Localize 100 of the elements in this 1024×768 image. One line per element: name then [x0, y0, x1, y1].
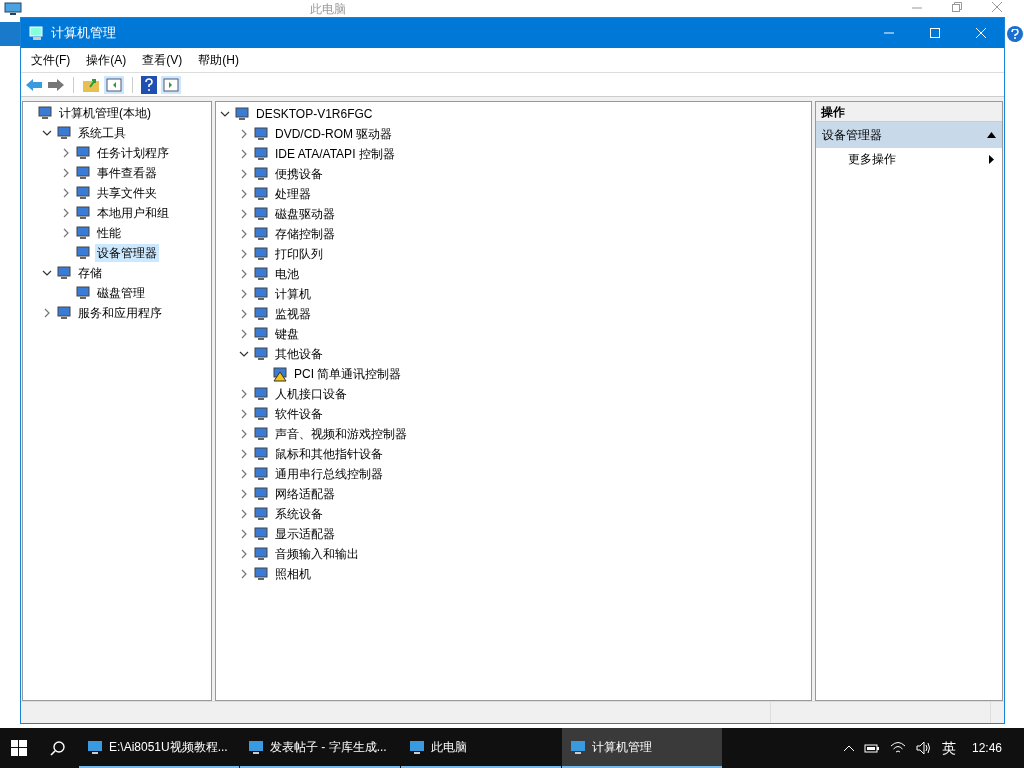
- action-item[interactable]: 更多操作: [816, 148, 1002, 170]
- tree-item[interactable]: 系统设备: [273, 505, 325, 523]
- tree-item[interactable]: 音频输入和输出: [273, 545, 361, 563]
- tree-item[interactable]: 存储控制器: [273, 225, 337, 243]
- pane-header: 操作: [816, 102, 1002, 122]
- tree-item[interactable]: 系统工具: [76, 124, 128, 142]
- device-icon: [253, 566, 269, 582]
- menu-item[interactable]: 帮助(H): [198, 51, 239, 69]
- device-icon: [253, 226, 269, 242]
- menu-item[interactable]: 操作(A): [86, 51, 127, 69]
- window-title: 计算机管理: [51, 24, 116, 43]
- back-arrow-icon[interactable]: [25, 77, 43, 92]
- taskbar-item[interactable]: E:\Ai8051U视频教程...: [79, 728, 239, 768]
- device-icon: [75, 165, 91, 181]
- app-icon: [409, 739, 425, 755]
- device-icon: [253, 266, 269, 282]
- tree-item[interactable]: 网络适配器: [273, 485, 337, 503]
- device-icon: [253, 286, 269, 302]
- tree-item[interactable]: 计算机: [273, 285, 313, 303]
- taskbar-item[interactable]: 此电脑: [401, 728, 561, 768]
- tree-item[interactable]: 显示适配器: [273, 525, 337, 543]
- panel-icon[interactable]: [161, 75, 181, 94]
- computer-icon[interactable]: [4, 2, 22, 16]
- tree-item[interactable]: 照相机: [273, 565, 313, 583]
- tree-item[interactable]: 性能: [95, 224, 123, 242]
- tree-item[interactable]: 处理器: [273, 185, 313, 203]
- chevron-down-icon[interactable]: [42, 128, 52, 138]
- device-icon: [37, 105, 53, 121]
- device-icon: [75, 285, 91, 301]
- tree-item[interactable]: 鼠标和其他指针设备: [273, 445, 385, 463]
- tree-item[interactable]: 本地用户和组: [95, 204, 171, 222]
- help-icon[interactable]: [141, 75, 157, 94]
- input-method-indicator[interactable]: 英: [941, 737, 956, 759]
- wifi-icon[interactable]: [889, 741, 906, 755]
- device-icon: [253, 326, 269, 342]
- tree-item[interactable]: 人机接口设备: [273, 385, 349, 403]
- tree-item[interactable]: 磁盘驱动器: [273, 205, 337, 223]
- taskbar-item[interactable]: 计算机管理: [562, 728, 722, 768]
- device-icon: [253, 386, 269, 402]
- speaker-icon[interactable]: [915, 741, 932, 755]
- chevron-up-icon[interactable]: [843, 745, 854, 751]
- device-icon: [253, 246, 269, 262]
- menu-item[interactable]: 文件(F): [31, 51, 71, 69]
- tree-item[interactable]: 任务计划程序: [95, 144, 171, 162]
- device-icon: [253, 346, 269, 362]
- tree-item[interactable]: PCI 简单通讯控制器: [292, 365, 404, 383]
- chevron-down-icon[interactable]: [42, 268, 52, 278]
- menu-item[interactable]: 查看(V): [142, 51, 183, 69]
- tree-item[interactable]: 磁盘管理: [95, 284, 147, 302]
- device-icon: [75, 205, 91, 221]
- tree-item[interactable]: 通用串行总线控制器: [273, 465, 385, 483]
- tree-item[interactable]: 打印队列: [273, 245, 325, 263]
- tree-item[interactable]: 共享文件夹: [95, 184, 159, 202]
- tree-item[interactable]: DESKTOP-V1R6FGC: [254, 105, 375, 123]
- device-icon: [253, 126, 269, 142]
- forward-arrow-icon[interactable]: [47, 77, 65, 92]
- app-icon: [87, 739, 103, 755]
- close-icon[interactable]: [992, 2, 1002, 12]
- tree-item[interactable]: 监视器: [273, 305, 313, 323]
- device-icon: [56, 265, 72, 281]
- app-icon: [570, 739, 586, 755]
- tree-item[interactable]: IDE ATA/ATAPI 控制器: [273, 145, 397, 163]
- tree-item[interactable]: 其他设备: [273, 345, 325, 363]
- tree-item[interactable]: 事件查看器: [95, 164, 159, 182]
- folder-up-icon[interactable]: [82, 76, 100, 93]
- device-icon: [75, 145, 91, 161]
- restore-icon[interactable]: [952, 2, 962, 12]
- section-header[interactable]: 设备管理器: [816, 122, 1002, 148]
- tree-item[interactable]: 存储: [76, 264, 104, 282]
- submenu-arrow-icon: [989, 154, 994, 164]
- battery-icon[interactable]: [863, 743, 880, 753]
- chevron-right-icon[interactable]: [42, 308, 52, 318]
- device-icon: [56, 125, 72, 141]
- taskbar-item[interactable]: 发表帖子 - 字库生成...: [240, 728, 400, 768]
- close-icon: [976, 28, 986, 38]
- computer-management-icon: [29, 25, 45, 41]
- tree-item[interactable]: 计算机管理(本地): [57, 104, 153, 122]
- tree-item[interactable]: 电池: [273, 265, 301, 283]
- tree-item[interactable]: DVD/CD-ROM 驱动器: [273, 125, 395, 143]
- device-icon: [253, 306, 269, 322]
- tree-item[interactable]: 声音、视频和游戏控制器: [273, 425, 409, 443]
- clock[interactable]: 12:46: [971, 739, 1002, 757]
- device-icon: [75, 185, 91, 201]
- tree-item[interactable]: 服务和应用程序: [76, 304, 164, 322]
- help-icon[interactable]: [1007, 26, 1023, 42]
- tree-item[interactable]: 键盘: [273, 325, 301, 343]
- chevron-down-icon[interactable]: [239, 349, 249, 359]
- panel-icon[interactable]: [104, 75, 124, 94]
- windows-logo-icon: [11, 740, 27, 756]
- device-icon: [253, 466, 269, 482]
- device-icon: [75, 245, 91, 261]
- collapse-arrow-icon: [987, 132, 996, 138]
- device-icon: [253, 526, 269, 542]
- device-icon: [253, 546, 269, 562]
- tree-item[interactable]: 便携设备: [273, 165, 325, 183]
- chevron-down-icon[interactable]: [220, 109, 230, 119]
- tree-item[interactable]: 设备管理器: [95, 244, 159, 262]
- device-icon: [253, 506, 269, 522]
- tree-item[interactable]: 软件设备: [273, 405, 325, 423]
- maximize-icon: [930, 28, 940, 38]
